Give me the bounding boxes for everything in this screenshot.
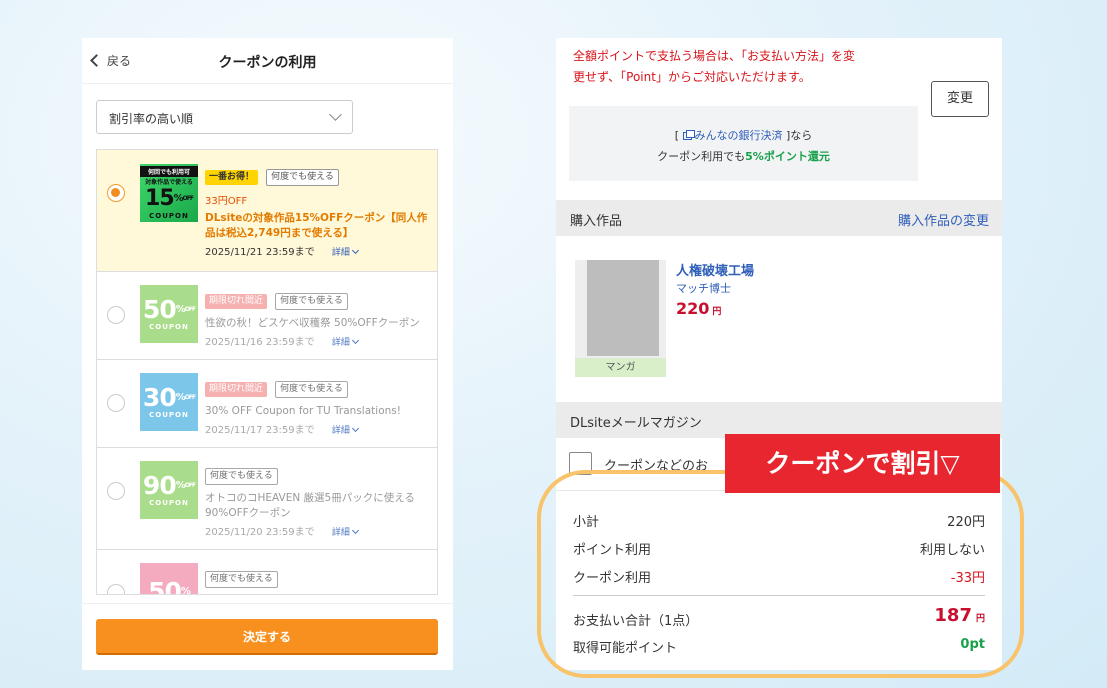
panel-header: 戻る クーポンの利用 <box>82 38 453 84</box>
coupon-word: COUPON <box>149 499 189 507</box>
coupon-percent: 90%OFF <box>142 471 196 500</box>
chevron-down-icon <box>351 526 359 535</box>
notice-line-1: 全額ポイントで支払う場合は、「お支払い方法」を変 <box>573 49 856 63</box>
coupon-list: 何回でも利用可 対象作品で使える 15%OFF COUPON 一番お得！ 何度で… <box>96 149 438 595</box>
coupon-thumbnail: 50% <box>140 563 198 595</box>
discount-amount: 33円OFF <box>205 196 248 207</box>
expiring-badge: 期限切れ間近 <box>205 294 268 309</box>
divider <box>82 603 453 604</box>
chevron-down-icon <box>351 246 359 255</box>
coupon-radio[interactable] <box>107 482 125 500</box>
chevron-down-icon <box>351 336 359 345</box>
bank-promo-box: [ みんなの銀行決済 ]なら クーポン利用でも5%ポイント還元 <box>569 106 918 181</box>
section-title: DLsiteメールマガジン <box>570 416 702 431</box>
detail-link[interactable]: 詳細 <box>332 424 359 436</box>
thumb-top-text: 何回でも利用可 <box>140 166 198 177</box>
coupon-thumbnail: 何回でも利用可 対象作品で使える 15%OFF COUPON <box>140 164 198 222</box>
coupon-item[interactable]: 30%OFF COUPON 期限切れ間近 何度でも使える 30% OFF Cou… <box>97 360 437 448</box>
sort-value: 割引率の高い順 <box>109 112 194 126</box>
section-title: 購入作品 <box>570 214 623 229</box>
reusable-badge: 何度でも使える <box>275 381 348 398</box>
detail-link[interactable]: 詳細 <box>332 526 359 538</box>
coupon-word: COUPON <box>149 323 189 331</box>
product-price: 220 円 <box>676 299 722 318</box>
reusable-badge: 何度でも使える <box>266 169 339 186</box>
detail-link[interactable]: 詳細 <box>332 246 359 258</box>
coupon-percent: 50%OFF <box>142 295 196 324</box>
bank-link[interactable]: みんなの銀行決済 <box>682 129 783 142</box>
bracket-open: [ <box>674 129 679 142</box>
coupon-info: 期限切れ間近 何度でも使える 30% OFF Coupon for TU Tra… <box>205 376 429 436</box>
category-tag: マンガ <box>575 358 666 377</box>
coupon-thumbnail: 50%OFF COUPON <box>140 285 198 343</box>
coupon-expiry: 2025/11/17 23:59まで 詳細 <box>205 421 429 436</box>
coupon-info: 期限切れ間近 何度でも使える 性欲の秋！どスケベ収穫祭 50%OFFクーポン 2… <box>205 288 429 348</box>
coupon-expiry: 2025/11/16 23:59まで 詳細 <box>205 333 429 348</box>
product-author[interactable]: マッチ博士 <box>676 280 731 296</box>
bank-line2-text: クーポン利用でも <box>657 150 746 163</box>
coupon-item[interactable]: 90%OFF COUPON 何度でも使える オトコのコHEAVEN 厳選5冊パッ… <box>97 448 437 550</box>
coupon-info: 一番お得！ 何度でも使える 33円OFF DLsiteの対象作品15%OFFクー… <box>205 164 429 258</box>
coupon-name: オトコのコHEAVEN 厳選5冊パックに使える90%OFFクーポン <box>205 492 415 519</box>
callout-banner: クーポンで割引▽ <box>725 434 1000 493</box>
product-title[interactable]: 人権破壊工場 <box>676 260 754 279</box>
coupon-radio[interactable] <box>107 184 125 202</box>
purchase-section-header: 購入作品 購入作品の変更 <box>556 200 1002 236</box>
coupon-item[interactable]: 50%OFF COUPON 期限切れ間近 何度でも使える 性欲の秋！どスケベ収穫… <box>97 272 437 360</box>
coupon-thumbnail: 90%OFF COUPON <box>140 461 198 519</box>
detail-link[interactable]: 詳細 <box>332 336 359 348</box>
reusable-badge: 何度でも使える <box>275 293 348 310</box>
coupon-name: DLsiteの対象作品15%OFFクーポン【同人作品は税込2,749円まで使える… <box>205 212 428 239</box>
confirm-button[interactable]: 決定する <box>96 619 438 655</box>
coupon-selection-panel: 戻る クーポンの利用 割引率の高い順 何回でも利用可 対象作品で使える 15%O… <box>82 38 453 670</box>
coupon-expiry: 2025/11/20 23:59まで 詳細 <box>205 523 429 538</box>
page-title: クーポンの利用 <box>218 55 317 71</box>
coupon-word: COUPON <box>149 212 189 220</box>
chevron-down-icon <box>329 108 342 121</box>
thumb-mid-text: 対象作品で使える <box>145 179 193 186</box>
coupon-radio[interactable] <box>107 394 125 412</box>
notice-line-2: 更せず、「Point」からご対応いただけます。 <box>573 70 811 84</box>
coupon-thumbnail: 30%OFF COUPON <box>140 373 198 431</box>
expiring-badge: 期限切れ間近 <box>205 382 268 397</box>
coupon-info: 何度でも使える <box>205 566 429 594</box>
sort-select[interactable]: 割引率の高い順 <box>96 100 353 134</box>
best-deal-badge: 一番お得！ <box>205 170 259 185</box>
chevron-down-icon <box>351 424 359 433</box>
coupon-info: 何度でも使える オトコのコHEAVEN 厳選5冊パックに使える90%OFFクーポ… <box>205 463 429 538</box>
change-payment-button[interactable]: 変更 <box>931 81 989 117</box>
blurred-cover <box>587 260 659 356</box>
coupon-percent: 30%OFF <box>142 383 196 412</box>
coupon-name: 30% OFF Coupon for TU Translations! <box>205 405 401 417</box>
reusable-badge: 何度でも使える <box>205 571 278 588</box>
coupon-item[interactable]: 何回でも利用可 対象作品で使える 15%OFF COUPON 一番お得！ 何度で… <box>97 150 437 272</box>
payment-notice: 全額ポイントで支払う場合は、「お支払い方法」を変 更せず、「Point」からご対… <box>573 46 855 88</box>
coupon-percent: 50% <box>148 577 191 595</box>
mail-section-header: DLsiteメールマガジン <box>556 402 1002 438</box>
coupon-radio[interactable] <box>107 306 125 324</box>
coupon-radio[interactable] <box>107 584 125 594</box>
bank-suffix: ]なら <box>786 129 813 142</box>
point-return-text: 5%ポイント還元 <box>745 150 830 163</box>
highlight-ring <box>537 470 1024 678</box>
reusable-badge: 何度でも使える <box>205 468 278 485</box>
change-items-link[interactable]: 購入作品の変更 <box>898 210 989 229</box>
coupon-percent: 15%OFF <box>145 186 194 211</box>
coupon-name: 性欲の秋！どスケベ収穫祭 50%OFFクーポン <box>205 317 420 329</box>
coupon-item[interactable]: 50% 何度でも使える <box>97 550 437 595</box>
coupon-expiry: 2025/11/21 23:59まで 詳細 <box>205 243 429 258</box>
external-link-icon <box>682 130 695 140</box>
coupon-word: COUPON <box>149 411 189 419</box>
